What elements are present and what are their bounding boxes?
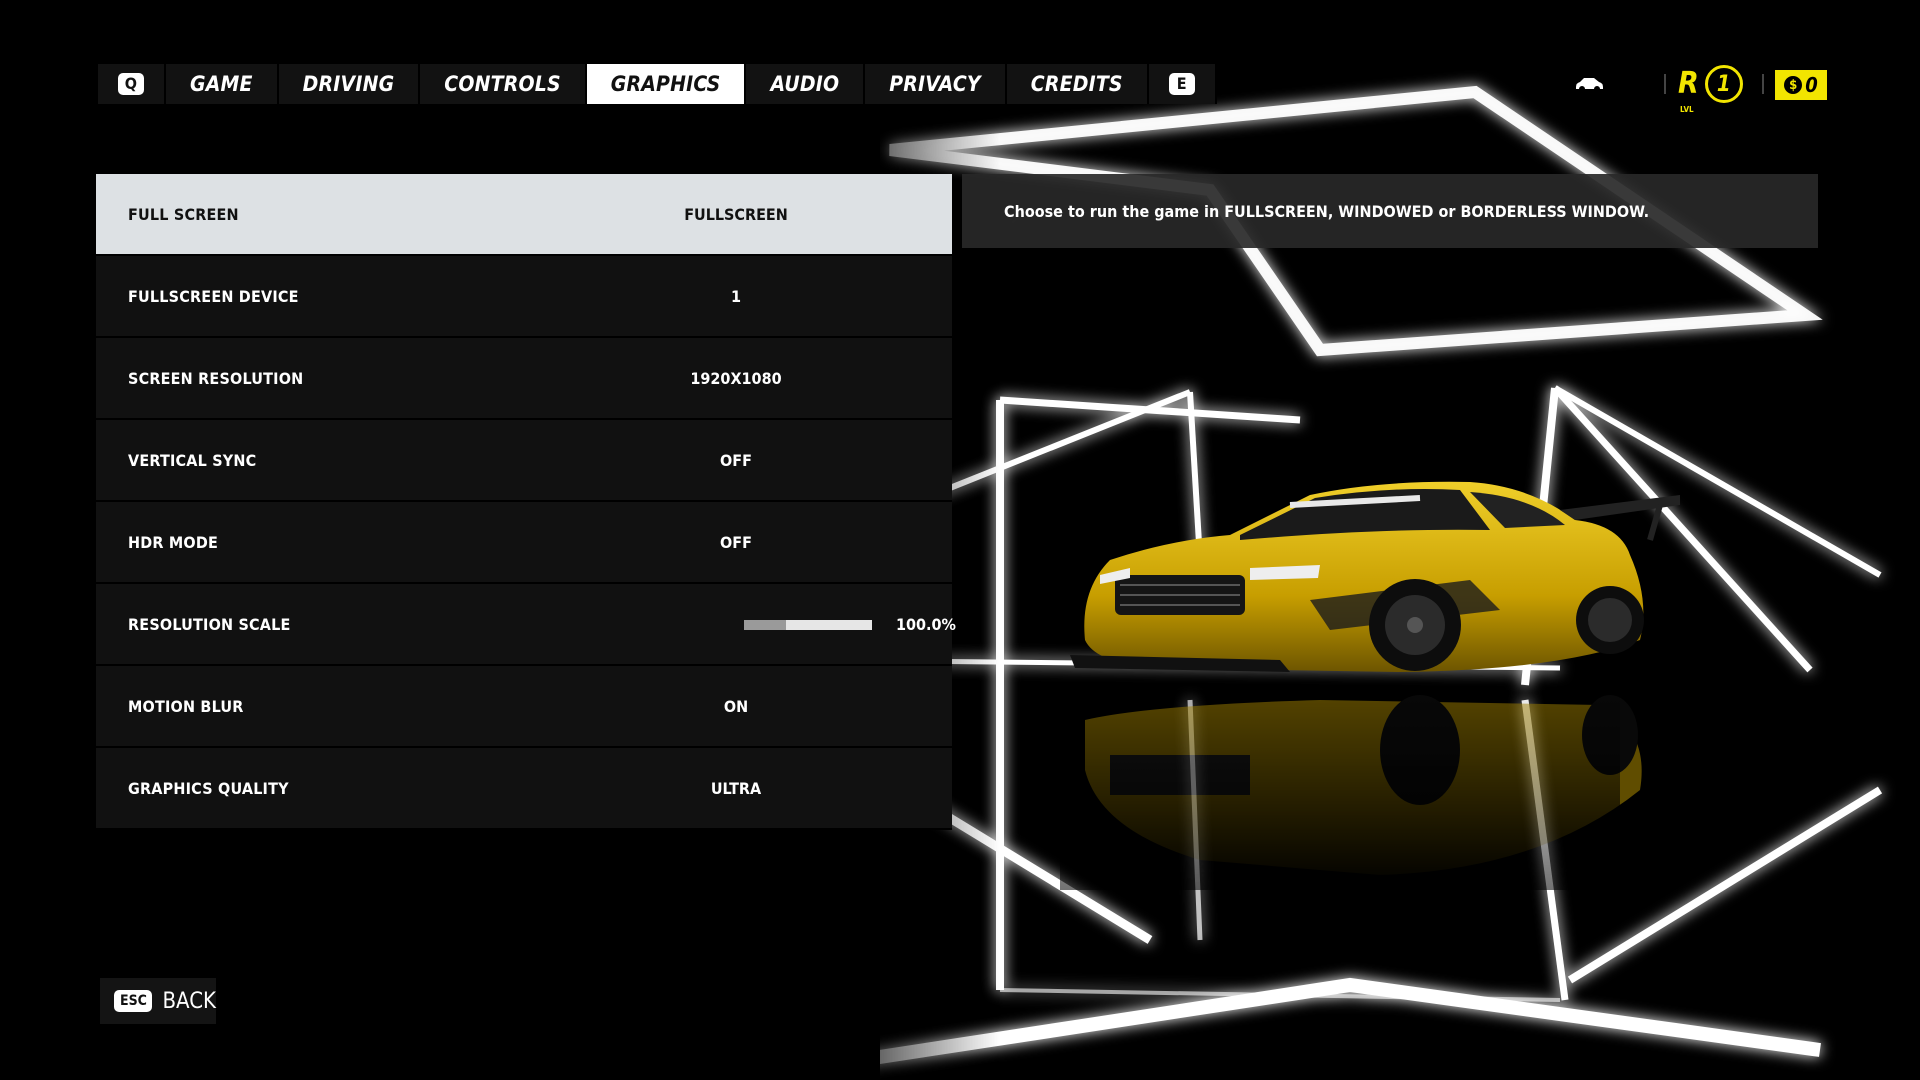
back-label: BACK <box>162 988 216 1014</box>
car-reflection <box>1060 690 1642 890</box>
tab-controls[interactable]: CONTROLS <box>420 64 587 104</box>
setting-label: SCREEN RESOLUTION <box>128 368 304 388</box>
setting-label: FULLSCREEN DEVICE <box>128 286 299 306</box>
tab-audio[interactable]: AUDIO <box>746 64 866 104</box>
setting-label: FULL SCREEN <box>128 204 239 224</box>
tab-credits[interactable]: CREDITS <box>1007 64 1149 104</box>
setting-row-full-screen[interactable]: FULL SCREEN FULLSCREEN <box>96 174 1024 256</box>
setting-row-vertical-sync[interactable]: VERTICAL SYNC OFF <box>96 420 952 502</box>
setting-value: OFF <box>720 532 752 552</box>
setting-value: 1 <box>730 286 741 306</box>
level-badge: 1 <box>1704 65 1743 103</box>
setting-row-screen-resolution[interactable]: SCREEN RESOLUTION 1920X1080 <box>96 338 952 420</box>
tab-next-key[interactable]: E <box>1149 64 1217 104</box>
tab-privacy[interactable]: PRIVACY <box>865 64 1007 104</box>
back-button[interactable]: ESC BACK <box>100 978 216 1024</box>
rank-r-icon: R LVL <box>1678 66 1699 115</box>
slider-fill <box>786 620 872 630</box>
e-key-icon: E <box>1168 73 1195 95</box>
setting-value: FULLSCREEN <box>684 204 788 224</box>
setting-label: RESOLUTION SCALE <box>128 614 291 634</box>
setting-label: HDR MODE <box>128 532 219 552</box>
hud-divider <box>1664 74 1666 94</box>
currency-icon: $ <box>1784 76 1803 94</box>
setting-value: ULTRA <box>710 778 762 798</box>
setting-label: MOTION BLUR <box>128 696 244 716</box>
car-icon <box>1576 78 1603 92</box>
setting-value: OFF <box>720 450 752 470</box>
setting-row-fullscreen-device[interactable]: FULLSCREEN DEVICE 1 <box>96 256 952 338</box>
hud-divider <box>1762 74 1764 94</box>
rep-level: R LVL 1 <box>1678 62 1743 115</box>
setting-value: 100.0% <box>896 614 956 634</box>
setting-row-resolution-scale[interactable]: RESOLUTION SCALE 100.0% <box>96 584 956 666</box>
money-amount: 0 <box>1805 73 1818 97</box>
esc-key-icon: ESC <box>114 990 153 1012</box>
tab-prev-key[interactable]: Q <box>98 64 166 104</box>
setting-value: 1920X1080 <box>690 368 782 388</box>
car-image <box>1070 481 1680 672</box>
setting-row-graphics-quality[interactable]: GRAPHICS QUALITY ULTRA <box>96 748 952 830</box>
tab-graphics[interactable]: GRAPHICS <box>586 64 747 104</box>
settings-screen: Q GAME DRIVING CONTROLS GRAPHICS AUDIO P… <box>0 0 1920 1080</box>
graphics-settings-list: FULL SCREEN FULLSCREEN FULLSCREEN DEVICE… <box>96 174 1024 830</box>
garage-car-icon[interactable] <box>1574 62 1614 106</box>
setting-row-motion-blur[interactable]: MOTION BLUR ON <box>96 666 952 748</box>
tab-bar: Q GAME DRIVING CONTROLS GRAPHICS AUDIO P… <box>98 64 1217 104</box>
tab-game[interactable]: GAME <box>166 64 279 104</box>
setting-description-panel: Choose to run the game in FULLSCREEN, WI… <box>962 174 1818 248</box>
setting-description: Choose to run the game in FULLSCREEN, WI… <box>1004 201 1650 221</box>
setting-value: ON <box>723 696 749 716</box>
tab-driving[interactable]: DRIVING <box>279 64 421 104</box>
q-key-icon: Q <box>118 73 144 95</box>
resolution-scale-slider[interactable] <box>744 620 872 630</box>
money-badge: $ 0 <box>1775 70 1827 100</box>
setting-label: GRAPHICS QUALITY <box>128 778 289 798</box>
setting-row-hdr-mode[interactable]: HDR MODE OFF <box>96 502 952 584</box>
setting-label: VERTICAL SYNC <box>128 450 257 470</box>
